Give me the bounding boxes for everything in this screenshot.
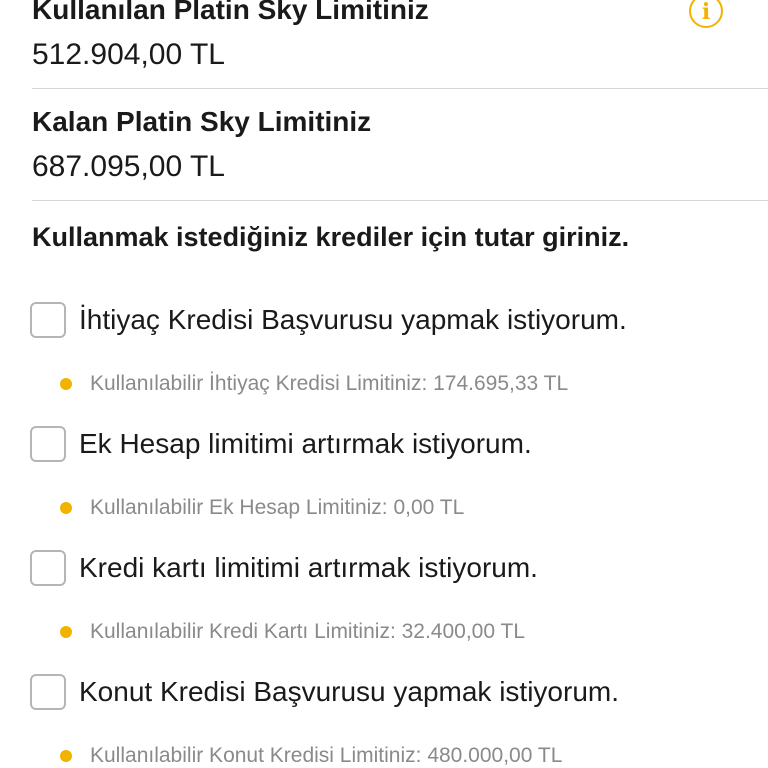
info-icon[interactable]: i [689,0,723,28]
kredi-karti-limit-note: Kullanılabilir Kredi Kartı Limitiniz: 32… [60,620,525,644]
credit-limit-page: i Kullanılan Platin Sky Limitiniz 512.90… [0,0,768,768]
note-text: Kullanılabilir Konut Kredisi Limitiniz: … [90,744,563,767]
bullet-dot-icon [60,750,72,762]
bullet-dot-icon [60,626,72,638]
remaining-limit-label: Kalan Platin Sky Limitiniz [32,106,372,137]
option-label: Konut Kredisi Başvurusu yapmak istiyorum… [79,676,619,707]
option-ihtiyac-kredisi[interactable]: İhtiyaç Kredisi Başvurusu yapmak istiyor… [30,302,627,338]
instruction-text: Kullanmak istediğiniz krediler için tuta… [32,222,630,252]
remaining-limit-value: 687.095,00 TL [32,150,225,183]
divider [32,88,768,89]
kredi-karti-checkbox[interactable] [30,550,66,586]
bullet-dot-icon [60,502,72,514]
option-konut-kredisi[interactable]: Konut Kredisi Başvurusu yapmak istiyorum… [30,674,619,710]
ek-hesap-limit-note: Kullanılabilir Ek Hesap Limitiniz: 0,00 … [60,496,464,520]
konut-kredisi-limit-note: Kullanılabilir Konut Kredisi Limitiniz: … [60,744,562,768]
used-limit-value: 512.904,00 TL [32,38,225,71]
note-text: Kullanılabilir Ek Hesap Limitiniz: 0,00 … [90,496,465,519]
option-label: İhtiyaç Kredisi Başvurusu yapmak istiyor… [79,304,627,335]
ihtiyac-kredisi-checkbox[interactable] [30,302,66,338]
option-label: Kredi kartı limitimi artırmak istiyorum. [79,552,538,583]
ek-hesap-checkbox[interactable] [30,426,66,462]
used-limit-label: Kullanılan Platin Sky Limitiniz [32,0,429,25]
note-text: Kullanılabilir Kredi Kartı Limitiniz: 32… [90,620,526,643]
ihtiyac-kredisi-limit-note: Kullanılabilir İhtiyaç Kredisi Limitiniz… [60,372,568,396]
divider [32,200,768,201]
option-kredi-karti[interactable]: Kredi kartı limitimi artırmak istiyorum. [30,550,538,586]
option-ek-hesap[interactable]: Ek Hesap limitimi artırmak istiyorum. [30,426,532,462]
note-text: Kullanılabilir İhtiyaç Kredisi Limitiniz… [90,372,569,395]
bullet-dot-icon [60,378,72,390]
option-label: Ek Hesap limitimi artırmak istiyorum. [79,428,532,459]
konut-kredisi-checkbox[interactable] [30,674,66,710]
